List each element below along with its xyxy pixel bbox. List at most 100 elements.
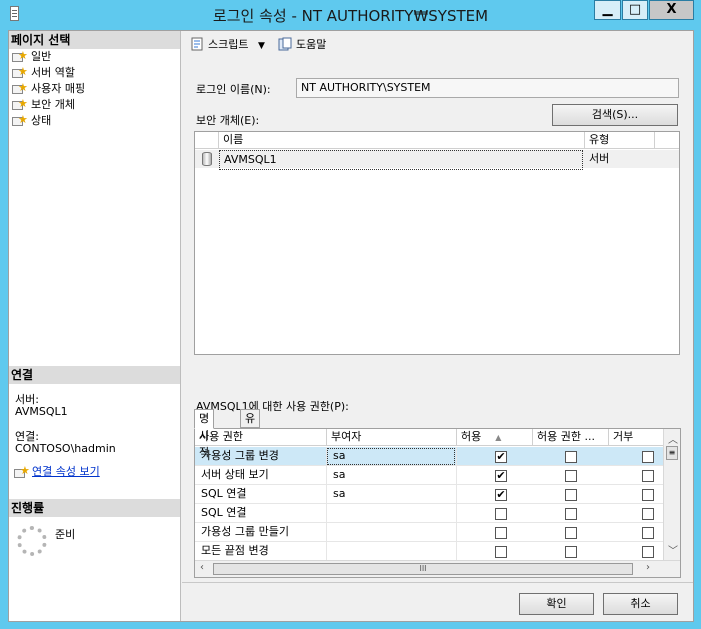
page-item-label: 일반 <box>31 50 52 63</box>
close-button[interactable]: X <box>649 0 694 20</box>
perm-col-deny[interactable]: 거부 <box>609 429 665 446</box>
page-item-label: 보안 개체 <box>31 98 75 111</box>
permission-row[interactable]: SQL 연결 sa ✔ <box>195 485 665 504</box>
permission-with-grant-checkbox[interactable] <box>565 546 577 558</box>
permission-with-grant-checkbox[interactable] <box>565 451 577 463</box>
scroll-down-icon[interactable]: ﹀ <box>668 542 678 557</box>
permission-deny-checkbox[interactable] <box>642 489 654 501</box>
permission-row[interactable]: 모든 끝점 변경 <box>195 542 665 561</box>
permission-name: SQL 연결 <box>195 504 327 523</box>
securables-col-type[interactable]: 유형 <box>585 132 655 149</box>
tab-effective[interactable]: 유효 <box>240 409 261 442</box>
page-item[interactable]: ★ 서버 역할 <box>11 65 75 81</box>
page-item[interactable]: ★ 사용자 매핑 <box>11 81 85 97</box>
permission-grant-checkbox[interactable] <box>495 527 507 539</box>
perm-col-grantor[interactable]: 부여자 <box>327 429 457 446</box>
permission-grantor: sa <box>327 485 457 504</box>
minimize-button[interactable]: ▁ <box>594 0 621 20</box>
securables-label: 보안 개체(E): <box>196 114 260 127</box>
permission-deny-checkbox[interactable] <box>642 508 654 520</box>
permission-grant-checkbox[interactable] <box>495 508 507 520</box>
scroll-right-icon[interactable]: › <box>646 562 650 573</box>
vertical-scroll-thumb[interactable]: ≡ <box>666 446 678 460</box>
perm-col-permission[interactable]: 사용 권한 <box>195 429 327 446</box>
permission-row[interactable]: 가용성 그룹 만들기 <box>195 523 665 542</box>
page-item[interactable]: ★ 일반 <box>11 49 51 65</box>
toolbar: 스크립트 ▼ 도움말 <box>182 31 693 59</box>
progress-status: 준비 <box>55 528 76 541</box>
permission-grant-checkbox[interactable] <box>495 546 507 558</box>
title-bar[interactable]: 로그인 속성 - NT AUTHORITY₩SYSTEM ▁ □ X <box>0 0 701 28</box>
permission-with-grant-checkbox[interactable] <box>565 489 577 501</box>
securables-grid[interactable]: 이름 유형 AVMSQL1 서버 <box>194 131 680 355</box>
server-database-icon <box>202 152 212 166</box>
connection-properties-icon: ★ <box>14 464 30 479</box>
permissions-vertical-scrollbar[interactable]: ︿ ≡ ﹀ <box>663 429 680 560</box>
permissions-label: AVMSQL1에 대한 사용 권한(P): <box>196 400 349 413</box>
connection-value: CONTOSO\hadmin <box>15 442 116 455</box>
tab-explicit[interactable]: 명시적 <box>194 409 215 459</box>
ok-button[interactable]: 확인 <box>519 593 594 615</box>
page-wrench-icon: ★ <box>12 49 28 63</box>
page-wrench-icon: ★ <box>12 81 28 95</box>
cancel-button[interactable]: 취소 <box>603 593 678 615</box>
left-pane: 페이지 선택 ★ 일반 ★ 서버 역할 ★ 사용자 매핑 ★ 보안 개체 ★ 상태 연결 서버: … <box>9 31 181 621</box>
permission-row[interactable]: 서버 상태 보기 sa ✔ <box>195 466 665 485</box>
permission-grantor <box>327 523 457 542</box>
permission-with-grant-checkbox[interactable] <box>565 508 577 520</box>
permission-with-grant-checkbox[interactable] <box>565 527 577 539</box>
maximize-icon: □ <box>628 2 642 17</box>
horizontal-scroll-thumb[interactable]: III <box>213 563 633 575</box>
page-item[interactable]: ★ 상태 <box>11 113 51 129</box>
scroll-up-icon[interactable]: ︿ <box>668 431 678 446</box>
permission-name: 모든 끝점 변경 <box>195 542 327 561</box>
perm-col-grant-label: 허용 <box>461 430 482 443</box>
permission-deny-checkbox[interactable] <box>642 546 654 558</box>
server-value: AVMSQL1 <box>15 405 68 418</box>
permission-with-grant-checkbox[interactable] <box>565 470 577 482</box>
script-dropdown-icon[interactable]: ▼ <box>258 41 265 51</box>
page-wrench-icon: ★ <box>12 97 28 111</box>
login-name-field[interactable]: NT AUTHORITY\SYSTEM <box>296 78 679 98</box>
permission-grantor <box>327 504 457 523</box>
permission-grantor <box>327 542 457 561</box>
permission-grant-checkbox[interactable]: ✔ <box>495 470 507 482</box>
page-wrench-icon: ★ <box>12 65 28 79</box>
progress-header: 진행률 <box>9 499 180 517</box>
view-connection-properties-link[interactable]: ★ 연결 속성 보기 <box>13 463 100 479</box>
permission-row[interactable]: SQL 연결 <box>195 504 665 523</box>
permissions-horizontal-scrollbar[interactable]: ‹ III › <box>195 560 680 577</box>
securable-type: 서버 <box>589 152 610 165</box>
help-button[interactable]: 도움말 <box>278 37 326 53</box>
dialog-client: 페이지 선택 ★ 일반 ★ 서버 역할 ★ 사용자 매핑 ★ 보안 개체 ★ 상태 연결 서버: … <box>8 30 694 622</box>
permission-row[interactable]: 가용성 그룹 변경 sa ✔ <box>195 447 665 466</box>
page-item-label: 서버 역할 <box>31 66 75 79</box>
perm-col-with-grant[interactable]: 허용 권한 ... <box>533 429 609 446</box>
securables-rowheader <box>195 132 219 149</box>
view-connection-properties-label: 연결 속성 보기 <box>32 465 100 478</box>
securables-panel: 로그인 이름(N): NT AUTHORITY\SYSTEM 보안 개체(E):… <box>193 68 683 578</box>
securables-col-name[interactable]: 이름 <box>219 132 585 149</box>
scroll-left-icon[interactable]: ‹ <box>200 562 204 573</box>
page-item[interactable]: ★ 보안 개체 <box>11 97 75 113</box>
perm-col-grant[interactable]: 허용 ▲ <box>457 429 533 446</box>
securables-col-filler <box>655 132 679 149</box>
permission-deny-checkbox[interactable] <box>642 451 654 463</box>
permission-name: 가용성 그룹 만들기 <box>195 523 327 542</box>
help-label: 도움말 <box>296 38 327 51</box>
script-button[interactable]: 스크립트 ▼ <box>190 37 265 53</box>
securable-row[interactable]: AVMSQL1 서버 <box>195 150 679 170</box>
login-properties-window: 로그인 속성 - NT AUTHORITY₩SYSTEM ▁ □ X 페이지 선… <box>0 0 701 629</box>
permission-deny-checkbox[interactable] <box>642 527 654 539</box>
permission-grant-checkbox[interactable]: ✔ <box>495 451 507 463</box>
permission-grant-checkbox[interactable]: ✔ <box>495 489 507 501</box>
login-name-label: 로그인 이름(N): <box>196 83 271 96</box>
right-pane: 스크립트 ▼ 도움말 로그인 이름(N): NT AUTHORITY\SYSTE… <box>182 31 693 581</box>
search-button[interactable]: 검색(S)... <box>552 104 678 126</box>
permissions-grid[interactable]: 사용 권한 부여자 허용 ▲ 허용 권한 ... 거부 가용성 그룹 변경 sa ✔ 서… <box>194 428 681 578</box>
maximize-button[interactable]: □ <box>622 0 648 20</box>
select-page-header: 페이지 선택 <box>9 31 180 49</box>
permission-deny-checkbox[interactable] <box>642 470 654 482</box>
minimize-icon: ▁ <box>602 2 613 17</box>
close-icon: X <box>666 2 677 17</box>
